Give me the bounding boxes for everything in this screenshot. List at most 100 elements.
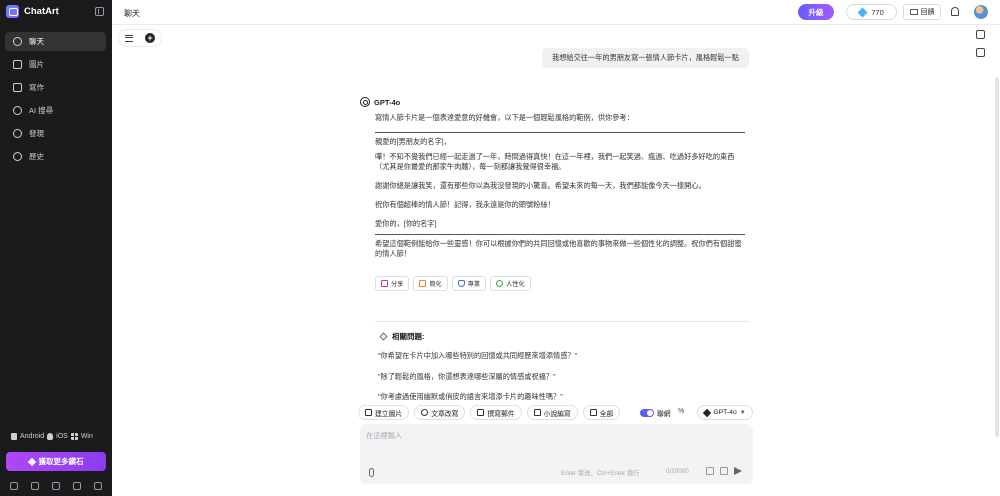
scissors-icon[interactable]	[706, 467, 714, 475]
answer-actions: 分享 簡化 專業 人性化	[375, 276, 531, 291]
openai-icon	[360, 97, 370, 107]
share-button[interactable]: 分享	[375, 276, 410, 291]
platform-ios[interactable]: iOS	[56, 433, 68, 440]
shield-icon	[457, 280, 465, 287]
sidebar-item-label: 聊天	[29, 37, 44, 46]
scrollbar[interactable]	[995, 77, 999, 437]
chip-all[interactable]: 全部	[582, 405, 621, 420]
avatar[interactable]	[974, 5, 988, 19]
sidebar-bottom-bar	[0, 476, 112, 496]
platform-win[interactable]: Win	[81, 433, 93, 440]
new-chat-icon[interactable]: +	[145, 33, 155, 43]
toggle-switch[interactable]	[640, 409, 654, 417]
app-name: ChatArt	[24, 6, 59, 17]
professional-button[interactable]: 專業	[451, 276, 487, 291]
action-label: 簡化	[429, 281, 442, 288]
model-select[interactable]: GPT-4o ▼	[697, 405, 753, 420]
message-input[interactable]	[366, 431, 746, 451]
chatart-logo-icon	[6, 5, 19, 18]
chip-write-novel[interactable]: 小說編寫	[526, 405, 578, 420]
card-paragraph: 祝你有個超棒的情人節！記得，我永遠是你的頭號粉絲！	[375, 200, 555, 209]
action-label: 專業	[467, 281, 481, 288]
sidebar-item-label: 圖片	[29, 60, 44, 69]
sidebar-nav: 聊天 圖片 寫作 AI 搜尋 發現 歷史	[5, 32, 106, 170]
credits-count: 770	[871, 7, 884, 17]
chip-label: 文章改寫	[431, 410, 459, 418]
card-paragraph: 謝謝你總是讓我笑，還有那些你以為我沒發現的小驚喜。希望未來的每一天，我們都能像今…	[375, 181, 706, 190]
sidebar-item-ai-search[interactable]: AI 搜尋	[5, 101, 106, 120]
sidebar-item-discover[interactable]: 發現	[5, 124, 106, 143]
app-logo[interactable]: ChatArt	[6, 5, 59, 18]
related-question[interactable]: "你希望在卡片中加入哪些特別的回憶或共同經歷來增添情感？"	[378, 351, 577, 361]
promo-label: 獲取更多鑽石	[38, 457, 84, 466]
divider-line	[375, 234, 745, 235]
paperclip-icon[interactable]	[369, 468, 374, 477]
credits-badge[interactable]: 770	[846, 4, 897, 20]
mail-icon	[477, 409, 485, 416]
bell-icon[interactable]	[951, 7, 959, 16]
composer-chips: 建立圖片 文章改寫 撰寫郵件 小說編寫 全部	[358, 405, 621, 420]
user-icon[interactable]	[72, 482, 81, 490]
humanize-button[interactable]: 人性化	[490, 276, 531, 291]
percent-icon[interactable]: %	[678, 408, 684, 415]
chevron-down-icon: ▼	[739, 409, 746, 416]
sidebar-item-chat[interactable]: 聊天	[5, 32, 106, 51]
compass-icon	[13, 129, 22, 138]
upgrade-button[interactable]: 升級	[798, 4, 834, 20]
image-icon	[13, 60, 22, 69]
composer-actions	[706, 467, 742, 475]
windows-icon[interactable]	[70, 433, 78, 440]
diamond-icon	[857, 7, 868, 17]
apple-icon[interactable]	[47, 433, 54, 440]
toggle-label: 聯網	[657, 411, 671, 418]
platform-links: Android iOS Win	[11, 433, 93, 440]
card-greeting: 親愛的[男朋友的名字]，	[375, 137, 451, 146]
chip-write-email[interactable]: 撰寫郵件	[470, 405, 522, 420]
model-label: GPT-4o	[713, 409, 737, 416]
android-icon[interactable]	[11, 433, 17, 440]
bot-name: GPT-4o	[374, 97, 401, 107]
feedback-button[interactable]: 回饋	[903, 4, 941, 20]
discord-icon[interactable]	[93, 482, 102, 490]
list-icon[interactable]	[125, 34, 133, 42]
sidebar-item-label: 發現	[29, 129, 44, 138]
gift-icon[interactable]	[31, 482, 40, 490]
sidebar-item-history[interactable]: 歷史	[5, 147, 106, 166]
expand-icon[interactable]	[720, 467, 728, 475]
scan-icon[interactable]	[976, 30, 985, 39]
home-icon[interactable]	[10, 482, 19, 490]
related-question[interactable]: "你考慮過使用幽默或俏皮的語言來增添卡片的趣味性嗎？"	[378, 392, 563, 402]
split-view-icon[interactable]	[976, 48, 985, 57]
right-toolbar	[976, 30, 985, 57]
chip-label: 建立圖片	[375, 410, 403, 418]
chat-toolbar: +	[119, 30, 161, 46]
platform-android[interactable]: Android	[20, 433, 44, 440]
crown-icon[interactable]	[51, 482, 60, 490]
web-search-toggle[interactable]: 聯網	[640, 408, 671, 418]
sidebar-item-label: AI 搜尋	[29, 106, 54, 115]
chip-label: 撰寫郵件	[487, 410, 515, 418]
collapse-sidebar-icon[interactable]	[95, 7, 104, 16]
layers-icon	[379, 332, 388, 341]
get-more-diamonds-button[interactable]: 獲取更多鑽石	[6, 452, 106, 471]
sidebar-item-image[interactable]: 圖片	[5, 55, 106, 74]
chat-icon	[13, 37, 22, 46]
chat-area: + 我想給交往一年的男朋友寫一張情人節卡片，風格輕鬆一點 GPT-4o 寫情人節…	[112, 25, 1000, 496]
sidebar-item-writing[interactable]: 寫作	[5, 78, 106, 97]
share-icon	[381, 280, 388, 287]
chip-rewrite-article[interactable]: 文章改寫	[414, 405, 466, 420]
simplify-button[interactable]: 簡化	[413, 276, 448, 291]
feedback-label: 回饋	[920, 9, 935, 16]
sidebar-item-label: 寫作	[29, 83, 44, 92]
related-question[interactable]: "除了輕鬆的風格，你還想表達哪些深層的情感或祝福？"	[378, 372, 556, 382]
divider-line	[375, 132, 745, 133]
mail-icon	[909, 9, 918, 15]
history-icon	[13, 152, 22, 161]
chip-create-image[interactable]: 建立圖片	[358, 405, 410, 420]
char-counter: 0/20000	[666, 468, 689, 475]
book-icon	[533, 409, 541, 416]
ai-search-icon	[13, 106, 22, 115]
action-label: 分享	[391, 281, 404, 288]
send-icon[interactable]	[734, 467, 742, 475]
sidebar: ChatArt 聊天 圖片 寫作 AI 搜尋 發現 歷史 Android iOS…	[0, 0, 112, 496]
